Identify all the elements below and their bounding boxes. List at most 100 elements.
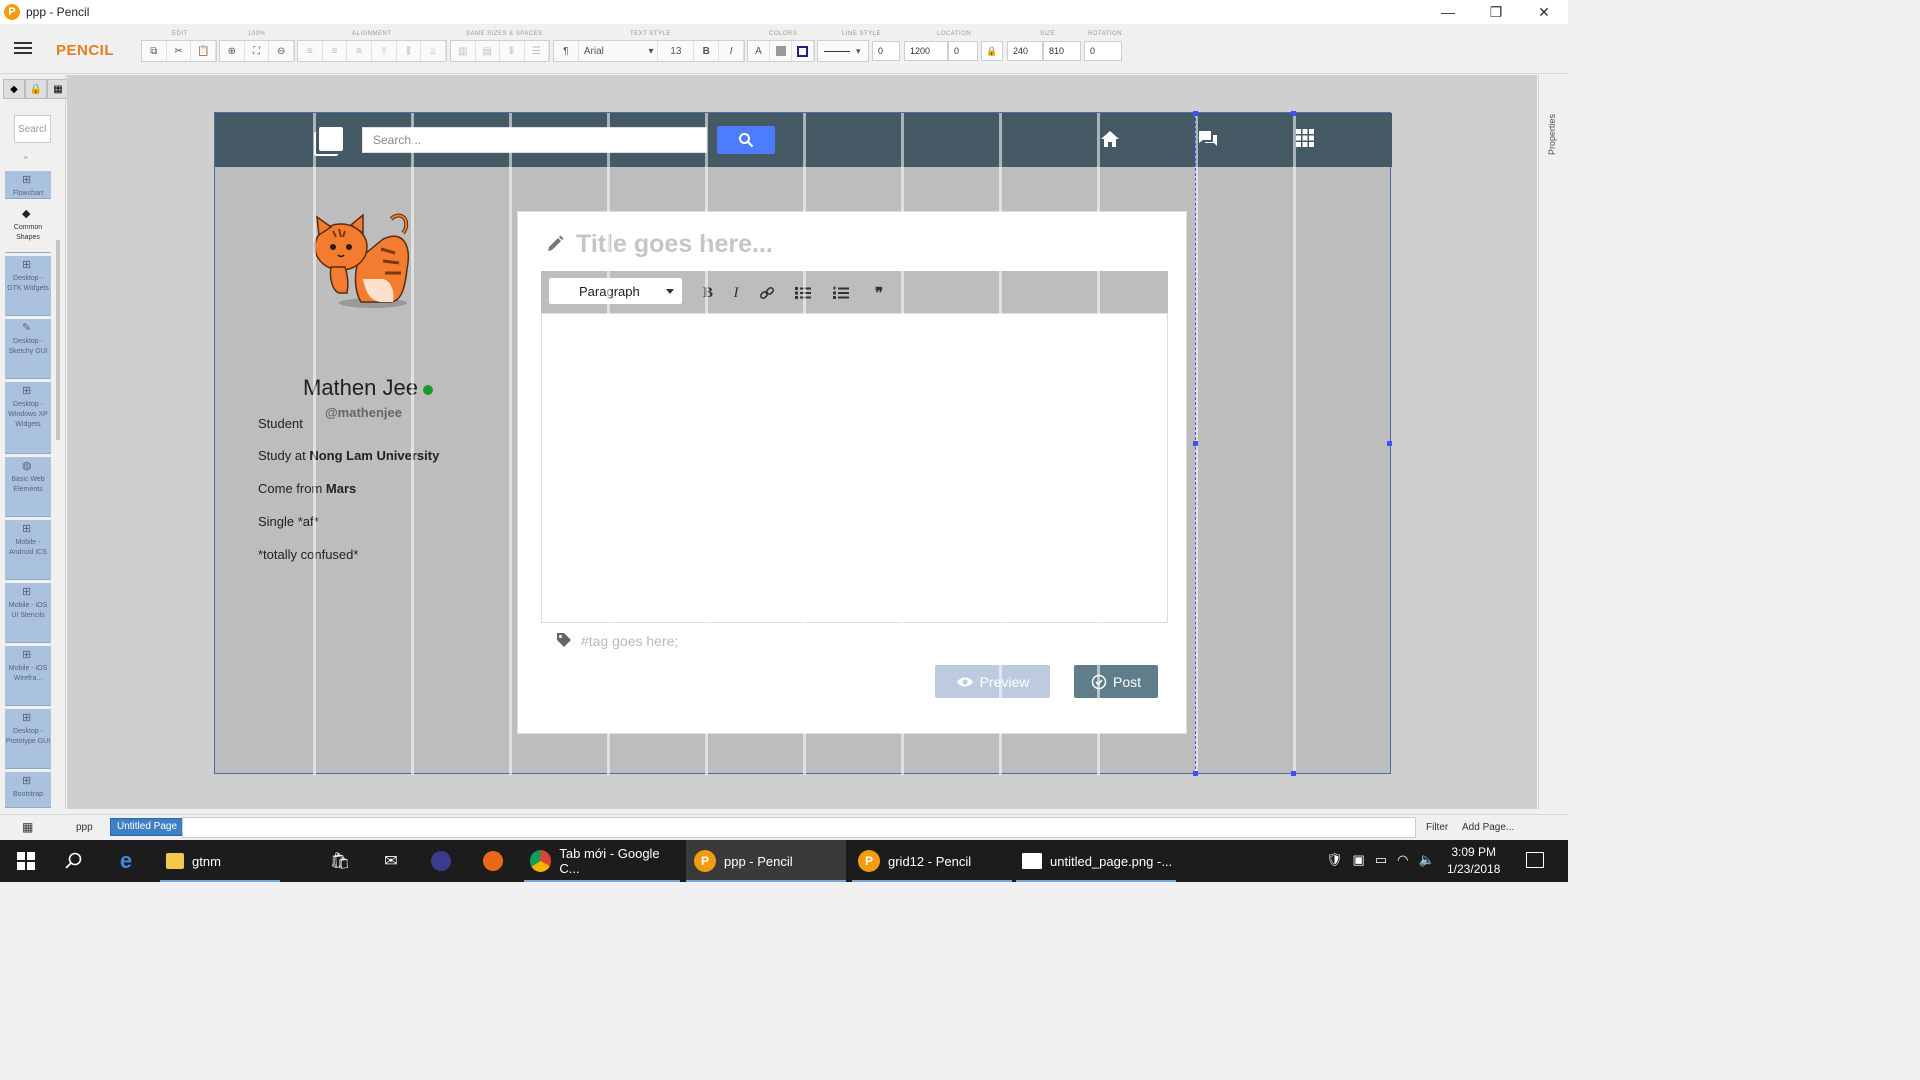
resize-handle[interactable] (1193, 771, 1198, 776)
taskbar-item-untitled-png[interactable]: untitled_page.png -... (1016, 840, 1176, 882)
same-width-icon[interactable]: ▥ (451, 41, 476, 61)
numbered-list-icon[interactable] (831, 283, 851, 303)
collection-gtk-widgets[interactable]: ⊞ Desktop - GTK Widgets (5, 256, 51, 316)
resize-handle[interactable] (1291, 111, 1296, 116)
eclipse-icon[interactable] (428, 840, 454, 882)
zoom-in-icon[interactable]: ⊕ (220, 41, 245, 61)
align-center-icon[interactable]: ≡ (323, 41, 348, 61)
tag-input[interactable]: #tag goes here; (581, 633, 678, 649)
private-collection-tab-icon[interactable]: 🔒 (25, 79, 47, 99)
align-left-icon[interactable]: ≡ (298, 41, 323, 61)
home-icon[interactable] (1099, 128, 1121, 150)
mail-icon[interactable]: ✉ (378, 840, 404, 882)
line-style-select[interactable]: ▾ (817, 40, 869, 62)
line-width-input[interactable]: 0 (872, 41, 900, 61)
collection-flowchart[interactable]: ⊞ Flowchart (5, 171, 51, 199)
clipart-tab-icon[interactable]: ▦ (47, 79, 69, 99)
minimize-button[interactable]: — (1424, 0, 1472, 24)
bold-button[interactable]: B (694, 41, 720, 61)
properties-tab[interactable]: Properties (1547, 85, 1561, 155)
firefox-icon[interactable] (480, 840, 506, 882)
mockup-page[interactable]: Search... Mathen Jee @mathenjee Student … (214, 111, 1392, 776)
location-x-input[interactable]: 1200 (904, 41, 948, 61)
volume-icon[interactable]: 🔈 (1418, 852, 1434, 868)
post-button[interactable]: Post (1074, 665, 1158, 698)
filter-button[interactable]: Filter (1426, 822, 1448, 833)
collection-sketchy-gui[interactable]: ✎ Desktop - Sketchy GUI (5, 319, 51, 379)
maximize-button[interactable]: ❐ (1472, 0, 1520, 24)
collection-windows-xp[interactable]: ⊞ Desktop - Windows XP Widgets (5, 382, 51, 454)
bold-format-button[interactable]: B (698, 283, 718, 303)
scroll-up-icon[interactable]: ⌃ (22, 155, 30, 166)
post-title-input[interactable]: Title goes here... (576, 230, 773, 259)
battery-icon[interactable]: ▭ (1375, 852, 1387, 868)
rotation-input[interactable]: 0 (1084, 41, 1122, 61)
collection-prototype-gui[interactable]: ⊞ Desktop - Prototype GUI (5, 709, 51, 769)
post-body-editor[interactable] (541, 313, 1168, 623)
collection-ios-wireframe[interactable]: ⊞ Mobile - iOS Wirefra... (5, 646, 51, 706)
fit-icon[interactable]: ⛶ (245, 41, 270, 61)
paste-icon[interactable]: 📋 (191, 41, 217, 61)
size-height-input[interactable]: 810 (1043, 41, 1081, 61)
collection-android-ics[interactable]: ⊞ Mobile - Android ICS (5, 520, 51, 580)
size-width-input[interactable]: 240 (1007, 41, 1043, 61)
panel-scrollbar[interactable] (56, 240, 60, 440)
taskbar-clock[interactable]: 3:09 PM 1/23/2018 (1447, 844, 1500, 878)
location-y-input[interactable]: 0 (948, 41, 978, 61)
lock-ratio-icon[interactable]: 🔒 (981, 41, 1003, 61)
paragraph-select[interactable]: Paragraph (549, 278, 682, 304)
h-space-icon[interactable]: ⫴ (500, 41, 525, 61)
zoom-out-icon[interactable]: ⊖ (269, 41, 295, 61)
v-space-icon[interactable]: ☰ (525, 41, 549, 61)
taskbar-item-chrome[interactable]: Tab mới - Google C... (524, 840, 680, 882)
collection-bootstrap[interactable]: ⊞ Bootstrap (5, 772, 51, 808)
start-button[interactable] (12, 840, 40, 882)
collections-tab-icon[interactable]: ◆ (3, 79, 25, 99)
stroke-color-button[interactable] (792, 41, 814, 61)
taskbar-item-ppp-pencil[interactable]: P ppp - Pencil (686, 840, 846, 882)
wifi-icon[interactable]: ◠ (1397, 852, 1408, 868)
align-right-icon[interactable]: ≡ (347, 41, 373, 61)
format-painter-icon[interactable]: ¶ (554, 41, 579, 61)
italic-button[interactable]: I (719, 41, 745, 61)
collection-basic-web[interactable]: ◍ Basic Web Elements (5, 457, 51, 517)
collection-common-shapes[interactable]: ◆ Common Shapes (5, 205, 51, 253)
defender-icon[interactable]: 🛡 (1326, 852, 1343, 868)
link-icon[interactable] (757, 283, 777, 303)
resize-handle[interactable] (1193, 111, 1198, 116)
page-tab-untitled[interactable]: Untitled Page (110, 818, 185, 836)
menu-icon[interactable] (14, 42, 32, 54)
edge-icon[interactable]: e (114, 840, 138, 882)
resize-handle[interactable] (1291, 771, 1296, 776)
taskbar-item-grid12-pencil[interactable]: P grid12 - Pencil (852, 840, 1012, 882)
taskbar-item-gtnm[interactable]: gtnm (160, 840, 280, 882)
align-bottom-icon[interactable]: ⫫ (421, 41, 447, 61)
align-middle-icon[interactable]: ⫼ (397, 41, 422, 61)
close-button[interactable]: ✕ (1520, 0, 1568, 24)
fill-color-button[interactable] (770, 41, 792, 61)
font-size-input[interactable]: 13 (658, 41, 695, 61)
resize-handle[interactable] (1387, 441, 1392, 446)
taskbar-search-icon[interactable] (62, 840, 86, 882)
collection-search-input[interactable]: Searcl (14, 115, 51, 143)
collections-panel: ◆ 🔒 ▦ Searcl ⌃ ⊞ Flowchart ◆ Common Shapes… (0, 75, 69, 809)
preview-button[interactable]: Preview (935, 665, 1050, 698)
collection-label: Common Shapes (13, 224, 43, 241)
align-top-icon[interactable]: ⫪ (372, 41, 397, 61)
text-color-button[interactable]: A (748, 41, 770, 61)
collection-ios-stencils[interactable]: ⊞ Mobile - iOS UI Stencils (5, 583, 51, 643)
document-name[interactable]: ppp (76, 822, 93, 833)
same-height-icon[interactable]: ▤ (476, 41, 500, 61)
add-page-button[interactable]: Add Page... (1462, 822, 1514, 833)
mock-search-button[interactable] (717, 126, 775, 154)
quote-icon[interactable]: ❞ (869, 283, 889, 303)
cut-icon[interactable]: ✂ (167, 41, 192, 61)
font-family-select[interactable]: Arial ▾ (579, 41, 659, 61)
app-tray-icon[interactable]: ▣ (1353, 852, 1365, 868)
copy-icon[interactable]: ⧉ (142, 41, 167, 61)
resize-handle[interactable] (1193, 441, 1198, 446)
italic-format-button[interactable]: I (726, 283, 746, 303)
pages-grid-icon[interactable]: ▦ (22, 820, 33, 834)
notifications-icon[interactable] (1526, 852, 1544, 868)
store-icon[interactable]: 🛍 (328, 840, 352, 882)
